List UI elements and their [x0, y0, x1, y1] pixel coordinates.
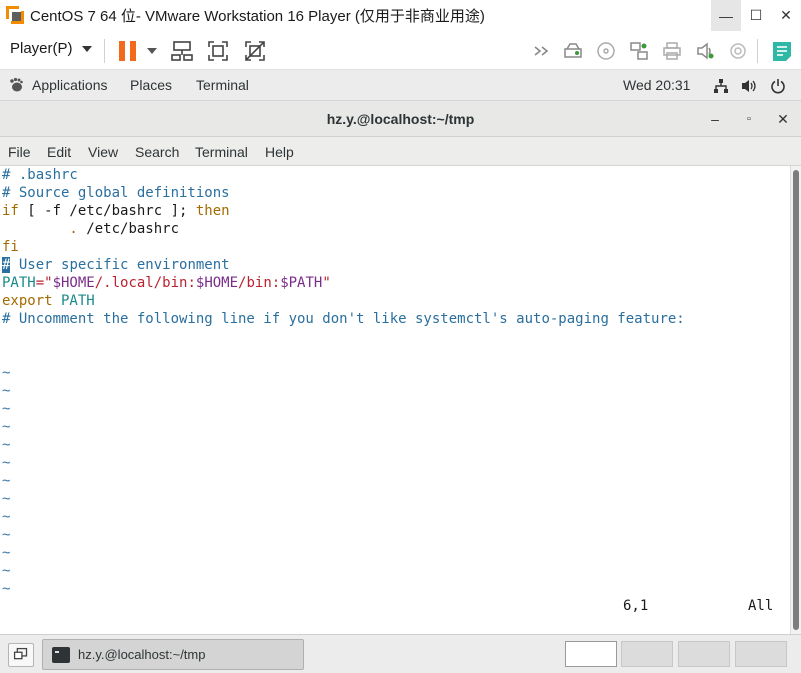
applications-menu[interactable]: Applications [8, 77, 108, 93]
player-menu[interactable]: Player(P) [10, 40, 73, 57]
empty-line-tilde: ~ [2, 491, 11, 507]
workspace-2[interactable] [621, 641, 673, 667]
taskbar-terminal-label: hz.y.@localhost:~/tmp [78, 647, 206, 662]
empty-line-tilde: ~ [2, 581, 11, 597]
empty-line-tilde: ~ [2, 509, 11, 525]
terminal-menubar: File Edit View Search Terminal Help [0, 137, 801, 166]
network-adapter-icon[interactable] [629, 41, 649, 61]
menu-help[interactable]: Help [265, 144, 294, 160]
editor-line: # .bashrc [2, 167, 78, 183]
taskbar-terminal-item[interactable]: hz.y.@localhost:~/tmp [42, 639, 304, 670]
menu-edit[interactable]: Edit [47, 144, 71, 160]
terminal-close-button[interactable]: ✕ [775, 111, 791, 127]
editor-line: export PATH [2, 293, 95, 309]
editor-line: # Uncomment the following line if you do… [2, 311, 685, 327]
show-desktop-icon [13, 647, 28, 660]
menu-file[interactable]: File [8, 144, 31, 160]
toolbar-divider [104, 39, 105, 63]
menu-terminal[interactable]: Terminal [195, 144, 248, 160]
hard-disk-icon[interactable] [563, 41, 583, 61]
expand-arrows-icon[interactable] [533, 41, 553, 61]
editor-line: # User specific environment [2, 257, 230, 273]
cursor-position: 6,1 [623, 598, 649, 614]
sound-card-icon[interactable] [695, 41, 715, 61]
vmware-logo-icon [6, 5, 26, 26]
workspace-4[interactable] [735, 641, 787, 667]
empty-line-tilde: ~ [2, 383, 11, 399]
volume-icon[interactable] [741, 78, 757, 94]
maximize-button[interactable]: ☐ [741, 0, 771, 31]
empty-line-tilde: ~ [2, 437, 11, 453]
show-desktop-button[interactable] [8, 643, 34, 667]
terminal-icon [52, 646, 70, 663]
empty-line-tilde: ~ [2, 563, 11, 579]
message-log-icon[interactable] [770, 39, 794, 63]
menu-search[interactable]: Search [135, 144, 179, 160]
network-icon[interactable] [713, 78, 729, 94]
terminal-app-menu[interactable]: Terminal [196, 77, 249, 93]
scrollbar-thumb[interactable] [793, 170, 799, 630]
empty-line-tilde: ~ [2, 419, 11, 435]
empty-line-tilde: ~ [2, 545, 11, 561]
clock[interactable]: Wed 20:31 [623, 77, 690, 93]
cd-dvd-icon[interactable] [596, 41, 616, 61]
power-options-caret-icon[interactable] [147, 48, 157, 54]
close-button[interactable]: ✕ [771, 0, 801, 31]
scroll-status: All [748, 598, 774, 614]
editor-line: # Source global definitions [2, 185, 230, 201]
toolbar-divider [757, 39, 758, 63]
vmware-title-bar: CentOS 7 64 位- VMware Workstation 16 Pla… [0, 0, 801, 31]
terminal-content[interactable]: # .bashrc # Source global definitions if… [0, 166, 790, 634]
terminal-header-bar: hz.y.@localhost:~/tmp – ▫ ✕ [0, 101, 801, 137]
empty-line-tilde: ~ [2, 473, 11, 489]
pause-icon[interactable] [119, 41, 137, 61]
workspace-3[interactable] [678, 641, 730, 667]
terminal-minimize-button[interactable]: – [707, 111, 723, 127]
terminal-maximize-button[interactable]: ▫ [741, 111, 757, 127]
terminal-window-title: hz.y.@localhost:~/tmp [326, 111, 475, 127]
gnome-foot-icon [10, 77, 23, 92]
send-ctrl-alt-del-icon[interactable] [170, 39, 194, 63]
fullscreen-icon[interactable] [206, 39, 230, 63]
empty-line-tilde: ~ [2, 401, 11, 417]
printer-icon[interactable] [662, 41, 682, 61]
workspace-1[interactable] [565, 641, 617, 667]
editor-line: PATH="$HOME/.local/bin:$HOME/bin:$PATH" [2, 275, 331, 291]
vmware-window-title: CentOS 7 64 位- VMware Workstation 16 Pla… [30, 8, 485, 25]
empty-line-tilde: ~ [2, 455, 11, 471]
editor-line: fi [2, 239, 19, 255]
places-menu[interactable]: Places [130, 77, 172, 93]
vmware-toolbar: Player(P) [0, 31, 801, 70]
player-menu-caret-icon[interactable] [82, 46, 92, 52]
gnome-taskbar: hz.y.@localhost:~/tmp [0, 634, 801, 673]
empty-line-tilde: ~ [2, 527, 11, 543]
usb-device-icon[interactable] [728, 41, 748, 61]
power-icon[interactable] [770, 78, 786, 94]
applications-label: Applications [32, 77, 108, 93]
editor-line: if [ -f /etc/bashrc ]; then [2, 203, 230, 219]
empty-line-tilde: ~ [2, 365, 11, 381]
editor-line: . /etc/bashrc [2, 221, 180, 237]
menu-view[interactable]: View [88, 144, 118, 160]
terminal-scrollbar[interactable] [790, 166, 801, 634]
gnome-top-bar: Applications Places Terminal Wed 20:31 [0, 70, 801, 101]
unity-mode-icon[interactable] [243, 39, 267, 63]
minimize-button[interactable]: — [711, 0, 741, 31]
